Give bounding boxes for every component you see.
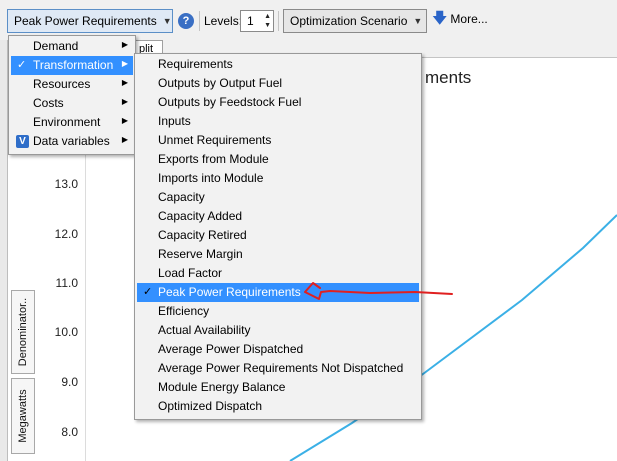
submenu-item-outputs-by-output-fuel[interactable]: Outputs by Output Fuel (137, 74, 419, 93)
menu-item-resources[interactable]: Resources ▶ (11, 75, 133, 94)
submenu-item-imports-into-module[interactable]: Imports into Module (137, 169, 419, 188)
menu-item-label: Unmet Requirements (158, 133, 272, 147)
checkmark-icon: ✓ (17, 59, 27, 71)
menu-item-label: Peak Power Requirements (158, 285, 301, 299)
menu-item-label: Efficiency (158, 304, 210, 318)
submenu-arrow-icon: ▶ (121, 40, 128, 49)
menu-item-data-variables[interactable]: V Data variables ▶ (11, 132, 133, 151)
submenu-item-peak-power-requirements[interactable]: ✓ Peak Power Requirements (137, 283, 419, 302)
menu-item-label: Outputs by Output Fuel (158, 76, 283, 90)
checkmark-icon: ✓ (143, 286, 153, 298)
menu-item-label: Exports from Module (158, 152, 269, 166)
submenu-item-efficiency[interactable]: Efficiency (137, 302, 419, 321)
menu-item-label: Capacity Added (158, 209, 243, 223)
submenu-item-optimized-dispatch[interactable]: Optimized Dispatch (137, 397, 419, 416)
submenu-item-unmet-requirements[interactable]: Unmet Requirements (137, 131, 419, 150)
submenu-item-capacity[interactable]: Capacity (137, 188, 419, 207)
menu-item-label: Average Power Requirements Not Dispatche… (158, 361, 404, 375)
submenu-item-module-energy-balance[interactable]: Module Energy Balance (137, 378, 419, 397)
submenu-item-average-power-not-dispatched[interactable]: Average Power Requirements Not Dispatche… (137, 359, 419, 378)
menu-item-label: Capacity (158, 190, 205, 204)
variable-icon: V (16, 135, 29, 148)
submenu-item-reserve-margin[interactable]: Reserve Margin (137, 245, 419, 264)
menu-item-label: Environment (33, 115, 101, 129)
menu-item-label: Capacity Retired (158, 228, 247, 242)
submenu-item-load-factor[interactable]: Load Factor (137, 264, 419, 283)
menu-item-transformation[interactable]: ✓ Transformation ▶ (11, 56, 133, 75)
category-menu: Demand ▶ ✓ Transformation ▶ Resources ▶ … (8, 35, 136, 155)
menu-item-label: Inputs (158, 114, 191, 128)
submenu-arrow-icon: ▶ (121, 78, 128, 87)
menu-item-label: Transformation (33, 58, 114, 72)
menu-item-costs[interactable]: Costs ▶ (11, 94, 133, 113)
menu-item-label: Average Power Dispatched (158, 342, 304, 356)
menu-item-environment[interactable]: Environment ▶ (11, 113, 133, 132)
submenu-item-average-power-dispatched[interactable]: Average Power Dispatched (137, 340, 419, 359)
submenu-arrow-icon: ▶ (121, 97, 128, 106)
menu-item-demand[interactable]: Demand ▶ (11, 37, 133, 56)
menu-item-label: Data variables (33, 134, 110, 148)
transformation-submenu: Requirements Outputs by Output Fuel Outp… (134, 53, 422, 420)
menu-item-label: Outputs by Feedstock Fuel (158, 95, 302, 109)
menu-item-label: Actual Availability (158, 323, 251, 337)
submenu-item-capacity-retired[interactable]: Capacity Retired (137, 226, 419, 245)
menu-item-label: Requirements (158, 57, 233, 71)
menu-item-label: Load Factor (158, 266, 223, 280)
submenu-item-actual-availability[interactable]: Actual Availability (137, 321, 419, 340)
submenu-arrow-icon: ▶ (121, 59, 128, 68)
menu-item-label: Imports into Module (158, 171, 264, 185)
submenu-arrow-icon: ▶ (121, 135, 128, 144)
menu-item-label: Costs (33, 96, 64, 110)
menu-item-label: Reserve Margin (158, 247, 243, 261)
submenu-arrow-icon: ▶ (121, 116, 128, 125)
submenu-item-requirements[interactable]: Requirements (137, 55, 419, 74)
menu-item-label: Optimized Dispatch (158, 399, 263, 413)
menu-item-label: Demand (33, 39, 79, 53)
menu-item-label: Module Energy Balance (158, 380, 286, 394)
submenu-item-exports-from-module[interactable]: Exports from Module (137, 150, 419, 169)
submenu-item-capacity-added[interactable]: Capacity Added (137, 207, 419, 226)
submenu-item-inputs[interactable]: Inputs (137, 112, 419, 131)
menu-item-label: Resources (33, 77, 91, 91)
submenu-item-outputs-by-feedstock-fuel[interactable]: Outputs by Feedstock Fuel (137, 93, 419, 112)
